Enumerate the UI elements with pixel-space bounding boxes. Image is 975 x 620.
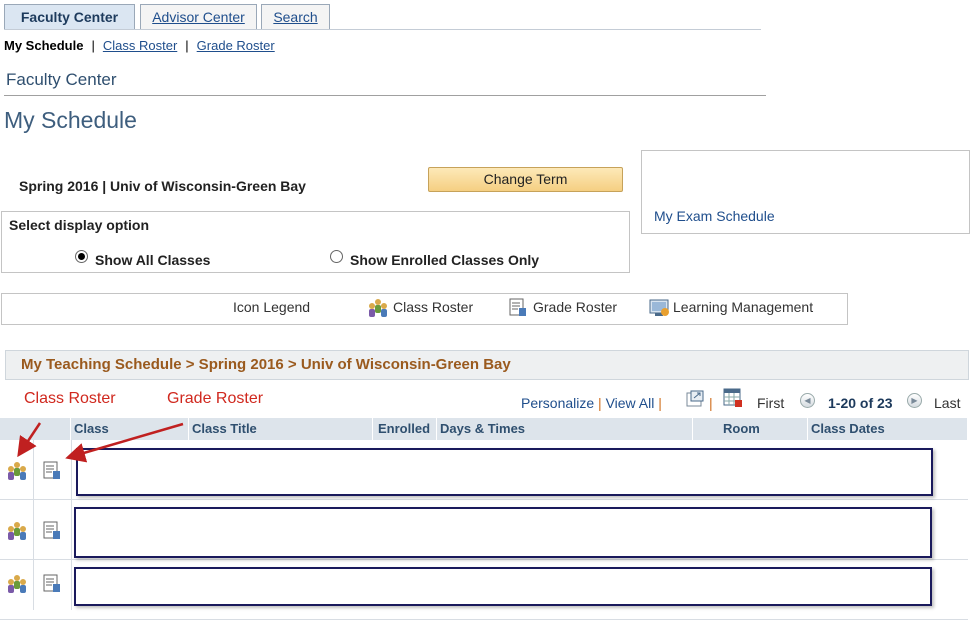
legend-learning-management-label: Learning Management (673, 299, 814, 315)
grade-roster-icon[interactable] (42, 574, 62, 594)
show-enrolled-classes-label: Show Enrolled Classes Only (350, 252, 540, 268)
learning-management-icon (649, 299, 669, 316)
show-all-classes-label: Show All Classes (95, 252, 211, 268)
subnav-separator: | (91, 38, 95, 53)
subnav-grade-roster-link[interactable]: Grade Roster (197, 38, 275, 53)
tab-advisor-center[interactable]: Advisor Center (140, 4, 257, 29)
legend-class-roster-label: Class Roster (393, 299, 474, 315)
tab-divider (4, 29, 761, 30)
redacted-row-content (76, 448, 933, 496)
column-header-enrolled: Enrolled (373, 418, 437, 440)
redacted-row-content (74, 567, 932, 606)
sub-navigation: My Schedule | Class Roster | Grade Roster (4, 36, 275, 56)
personalize-link[interactable]: Personalize (521, 395, 594, 411)
column-header-room: Room (693, 418, 808, 440)
page-title: My Schedule (4, 107, 137, 133)
page-range: 1-20 of 23 (828, 395, 893, 411)
grid-navigation: Personalize | View All | (521, 395, 662, 411)
previous-page-icon[interactable]: ◀ (800, 393, 815, 408)
annotation-grade-roster: Grade Roster (167, 390, 264, 407)
section-divider (4, 95, 766, 96)
display-option-title: Select display option (9, 217, 150, 233)
show-enrolled-classes-radio[interactable] (330, 250, 343, 263)
redacted-row-content (74, 507, 932, 558)
column-header-days-times: Days & Times (437, 418, 693, 440)
class-roster-icon[interactable] (6, 574, 28, 594)
subnav-separator: | (185, 38, 189, 53)
next-page-icon[interactable]: ▶ (907, 393, 922, 408)
term-label: Spring 2016 | Univ of Wisconsin-Green Ba… (19, 178, 306, 194)
column-header-class-title: Class Title (189, 418, 373, 440)
tab-label: Search (273, 9, 318, 25)
last-label: Last (934, 395, 961, 411)
grade-roster-icon (509, 298, 526, 316)
teaching-schedule-title: My Teaching Schedule > Spring 2016 > Uni… (21, 356, 511, 373)
icon-legend-title: Icon Legend (233, 299, 311, 315)
tab-search[interactable]: Search (261, 4, 330, 29)
first-label: First (757, 395, 785, 411)
my-exam-schedule-link[interactable]: My Exam Schedule (654, 208, 775, 224)
subnav-my-schedule: My Schedule (4, 38, 84, 53)
subnav-class-roster-link[interactable]: Class Roster (103, 38, 177, 53)
show-all-classes-radio[interactable] (75, 250, 88, 263)
nav-separator: | (598, 395, 602, 411)
section-title: Faculty Center (6, 70, 117, 89)
annotation-class-roster: Class Roster (24, 390, 116, 407)
view-all-link[interactable]: View All (606, 395, 655, 411)
legend-grade-roster-label: Grade Roster (533, 299, 618, 315)
download-spreadsheet-icon[interactable] (723, 388, 743, 408)
class-roster-icon (369, 299, 387, 317)
zoom-grid-icon[interactable] (686, 390, 704, 408)
annotation-arrows (17, 422, 184, 463)
change-term-button[interactable]: Change Term (428, 167, 623, 192)
tab-faculty-center[interactable]: Faculty Center (4, 4, 135, 29)
nav-separator: | (658, 395, 662, 411)
tab-label: Faculty Center (20, 9, 119, 25)
class-roster-icon[interactable] (6, 521, 28, 541)
grade-roster-icon[interactable] (42, 521, 62, 541)
nav-separator: | (709, 395, 713, 411)
tab-label: Advisor Center (152, 9, 245, 25)
column-header-class-dates: Class Dates (808, 418, 968, 440)
